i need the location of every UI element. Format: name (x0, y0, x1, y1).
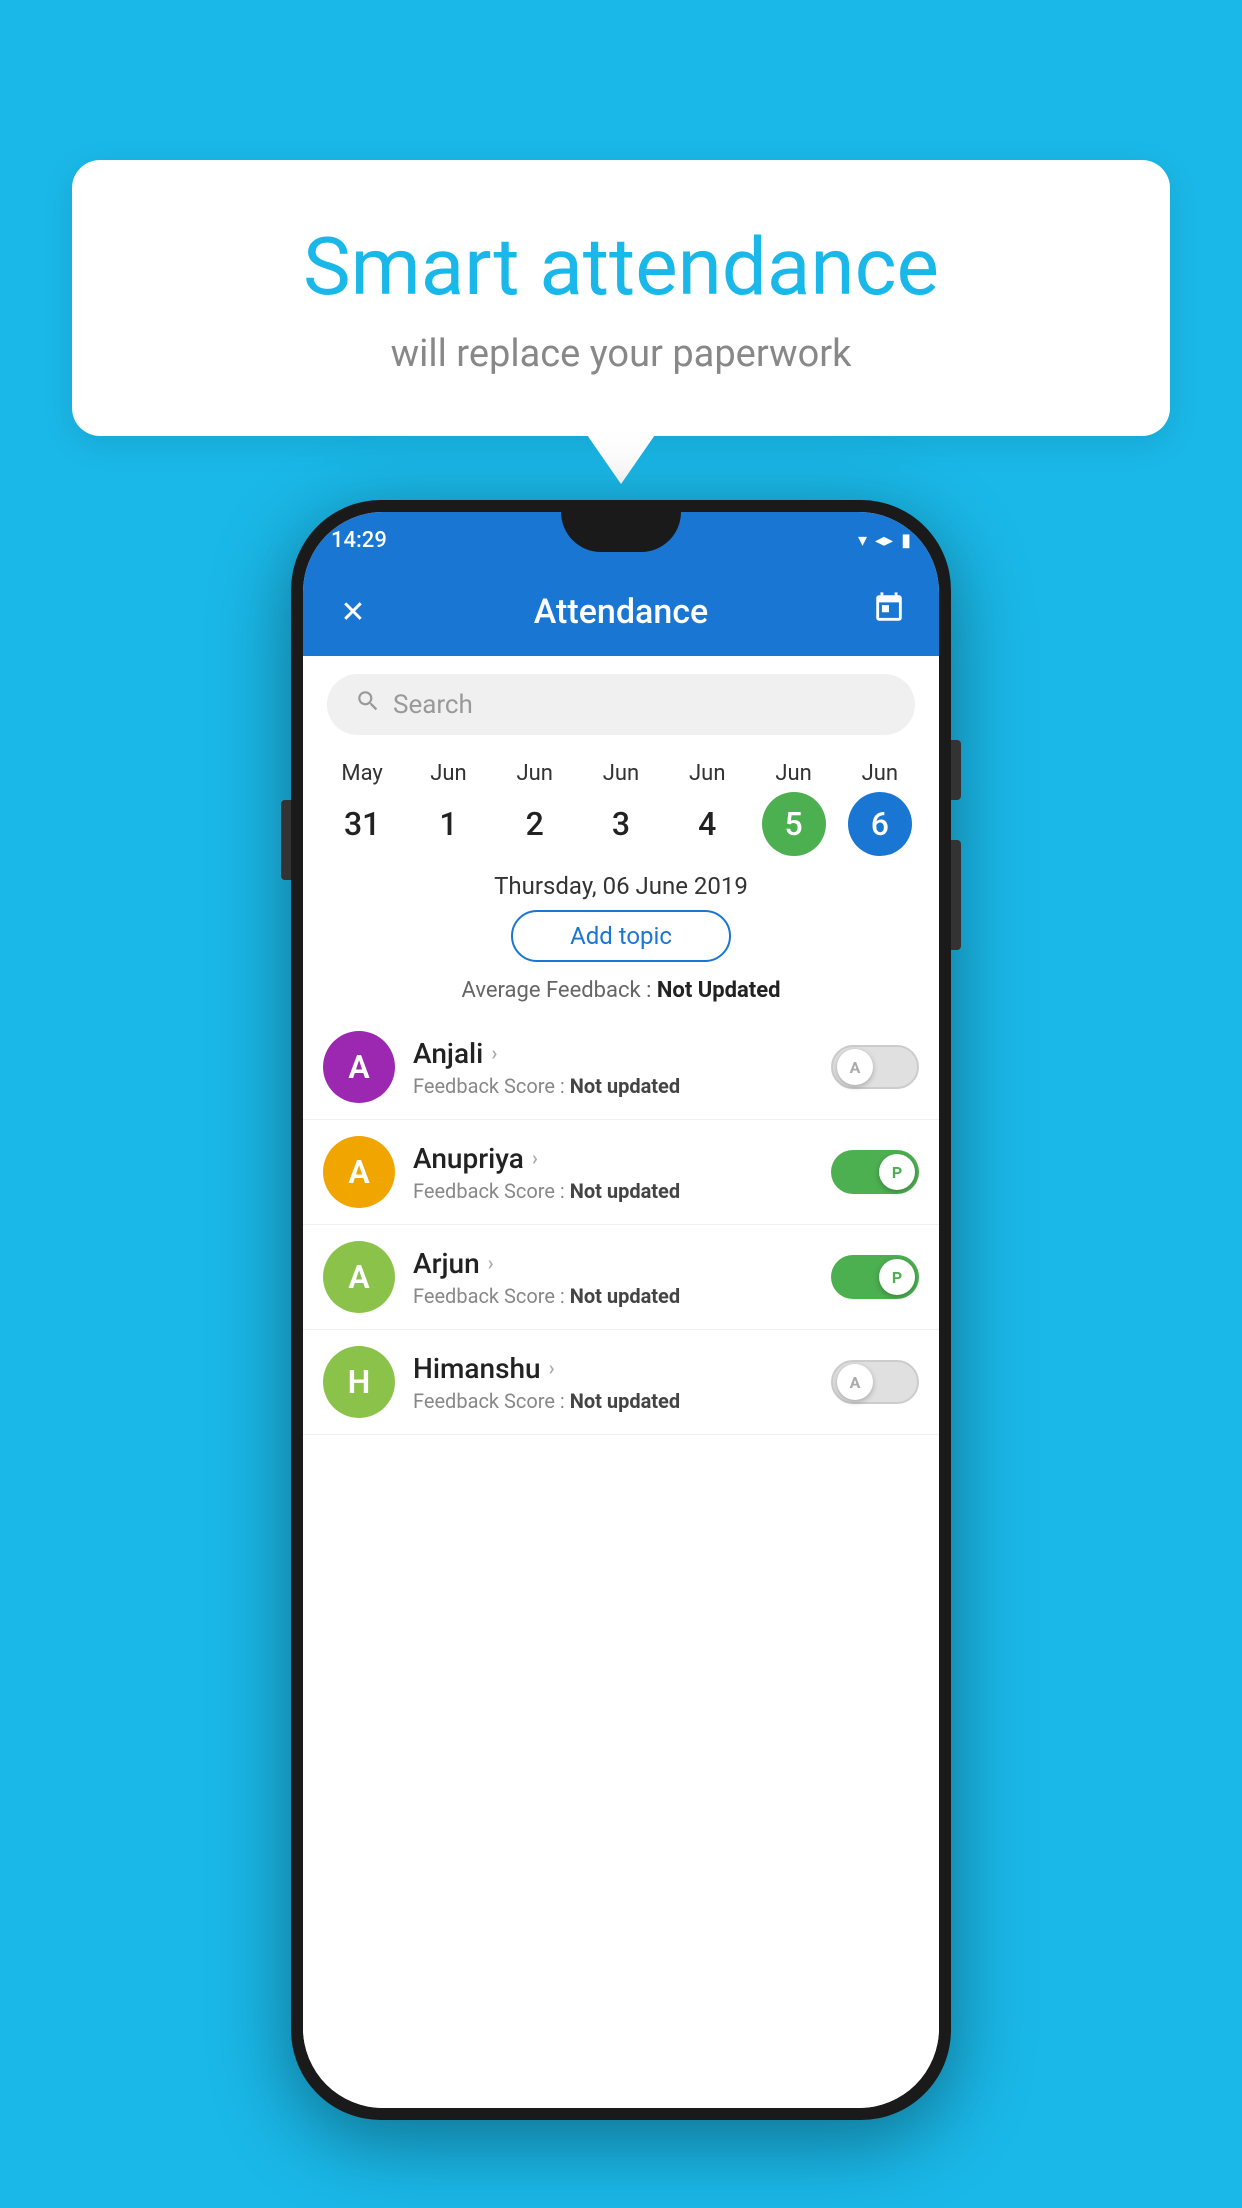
attendance-toggle[interactable]: A (831, 1045, 919, 1089)
avatar: A (323, 1241, 395, 1313)
battery-icon: ▮ (901, 530, 911, 551)
cal-day-number: 2 (503, 792, 567, 856)
student-name[interactable]: Arjun › (413, 1247, 813, 1280)
search-input-placeholder: Search (393, 690, 473, 720)
side-btn-left (281, 800, 291, 880)
cal-day-number: 5 (762, 792, 826, 856)
cal-month-label: May (341, 761, 382, 786)
student-info: Anjali › Feedback Score : Not updated (413, 1037, 813, 1098)
calendar-day[interactable]: Jun 6 (848, 761, 912, 856)
student-info: Anupriya › Feedback Score : Not updated (413, 1142, 813, 1203)
calendar-day[interactable]: Jun 4 (675, 761, 739, 856)
student-item: A Arjun › Feedback Score : Not updated P (303, 1225, 939, 1330)
student-name[interactable]: Anupriya › (413, 1142, 813, 1175)
speech-bubble: Smart attendance will replace your paper… (72, 160, 1170, 436)
cal-month-label: Jun (862, 761, 898, 786)
status-icons: ▾ ◂▸ ▮ (858, 530, 911, 551)
avatar: A (323, 1136, 395, 1208)
student-item: H Himanshu › Feedback Score : Not updated A (303, 1330, 939, 1435)
calendar-strip: May 31 Jun 1 Jun 2 Jun 3 Jun 4 Jun 5 Jun 6 (303, 753, 939, 856)
student-item: A Anjali › Feedback Score : Not updated A (303, 1015, 939, 1120)
search-icon (355, 688, 381, 721)
attendance-toggle[interactable]: A (831, 1360, 919, 1404)
feedback-score: Feedback Score : Not updated (413, 1179, 813, 1203)
feedback-score: Feedback Score : Not updated (413, 1074, 813, 1098)
student-list: AAnjali ›Feedback Score : Not updatedAAA… (303, 1015, 939, 1435)
toggle-container[interactable]: P (831, 1255, 919, 1299)
signal-icon: ◂▸ (875, 530, 893, 551)
toggle-container[interactable]: P (831, 1150, 919, 1194)
student-name[interactable]: Himanshu › (413, 1352, 813, 1385)
calendar-day[interactable]: Jun 1 (416, 761, 480, 856)
bubble-title: Smart attendance (152, 220, 1090, 314)
add-topic-button[interactable]: Add topic (511, 910, 731, 962)
side-btn-right1 (951, 740, 961, 800)
app-bar-title: Attendance (379, 592, 863, 632)
cal-month-label: Jun (430, 761, 466, 786)
side-btn-right2 (951, 840, 961, 950)
student-name[interactable]: Anjali › (413, 1037, 813, 1070)
cal-day-number: 1 (416, 792, 480, 856)
search-bar[interactable]: Search (327, 674, 915, 735)
cal-month-label: Jun (516, 761, 552, 786)
cal-day-number: 6 (848, 792, 912, 856)
calendar-day[interactable]: Jun 3 (589, 761, 653, 856)
content: Search May 31 Jun 1 Jun 2 Jun 3 Jun 4 Jun 5 Jun 6 Thu… (303, 656, 939, 2108)
calendar-day[interactable]: May 31 (330, 761, 394, 856)
bubble-subtitle: will replace your paperwork (152, 332, 1090, 376)
status-time: 14:29 (331, 528, 387, 553)
avg-feedback: Average Feedback : Not Updated (303, 978, 939, 1003)
chevron-icon: › (549, 1356, 555, 1380)
toggle-thumb: A (837, 1049, 873, 1085)
cal-month-label: Jun (775, 761, 811, 786)
toggle-container[interactable]: A (831, 1360, 919, 1404)
toggle-container[interactable]: A (831, 1045, 919, 1089)
chevron-icon: › (532, 1146, 538, 1170)
phone-frame: 14:29 ▾ ◂▸ ▮ ✕ Attendance (291, 500, 951, 2120)
cal-day-number: 31 (330, 792, 394, 856)
attendance-toggle[interactable]: P (831, 1255, 919, 1299)
student-info: Himanshu › Feedback Score : Not updated (413, 1352, 813, 1413)
cal-month-label: Jun (689, 761, 725, 786)
cal-day-number: 3 (589, 792, 653, 856)
app-bar: ✕ Attendance (303, 568, 939, 656)
phone-inner: 14:29 ▾ ◂▸ ▮ ✕ Attendance (303, 512, 939, 2108)
cal-month-label: Jun (603, 761, 639, 786)
add-topic-container: Add topic (303, 910, 939, 978)
toggle-thumb: P (879, 1259, 915, 1295)
student-info: Arjun › Feedback Score : Not updated (413, 1247, 813, 1308)
wifi-icon: ▾ (858, 530, 867, 551)
toggle-thumb: A (837, 1364, 873, 1400)
avatar: H (323, 1346, 395, 1418)
selected-date: Thursday, 06 June 2019 (303, 872, 939, 900)
student-item: A Anupriya › Feedback Score : Not updated P (303, 1120, 939, 1225)
chevron-icon: › (491, 1041, 497, 1065)
cal-day-number: 4 (675, 792, 739, 856)
calendar-day[interactable]: Jun 2 (503, 761, 567, 856)
close-icon[interactable]: ✕ (327, 595, 379, 630)
avatar: A (323, 1031, 395, 1103)
calendar-icon[interactable] (863, 591, 915, 633)
attendance-toggle[interactable]: P (831, 1150, 919, 1194)
chevron-icon: › (488, 1251, 494, 1275)
toggle-thumb: P (879, 1154, 915, 1190)
feedback-score: Feedback Score : Not updated (413, 1389, 813, 1413)
feedback-score: Feedback Score : Not updated (413, 1284, 813, 1308)
calendar-day[interactable]: Jun 5 (762, 761, 826, 856)
